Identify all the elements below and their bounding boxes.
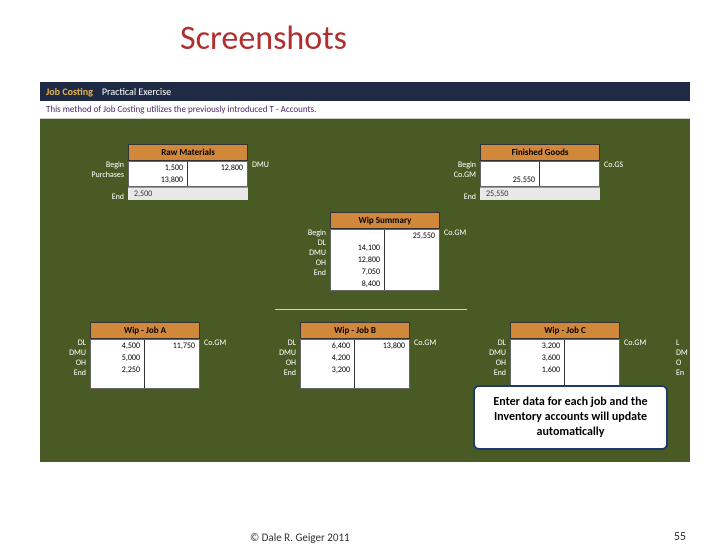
wip-job-c: Wip - Job C 3,200 3,600 1,600: [510, 322, 620, 389]
jobC-lab-end: End: [470, 368, 506, 378]
page-number: 55: [674, 530, 686, 544]
ws-dl: 14,100: [331, 242, 384, 254]
jobA-dl: 4,500: [91, 340, 144, 352]
jobA-end: [91, 376, 144, 388]
jobC-oh: 1,600: [511, 364, 564, 376]
ws-oh: 7,050: [331, 266, 384, 278]
screenshot-panel: Job Costing Practical Exercise This meth…: [40, 82, 690, 462]
jobC-out-label: Co.GM: [624, 338, 646, 348]
jobC-dl: 3,200: [511, 340, 564, 352]
wip-job-b: Wip - Job B 6,400 4,200 3,200 13,800: [300, 322, 410, 389]
wip-job-a: Wip - Job A 4,500 5,000 2,250 11,750: [90, 322, 200, 389]
raw-begin-val: 1,500: [129, 162, 187, 174]
fg-cogm-label: Co.GM: [428, 170, 476, 180]
fg-end-label: End: [428, 192, 476, 202]
jobB-out: 13,800: [355, 340, 409, 352]
jobC-lab-oh: OH: [470, 358, 506, 368]
ws-dmu: 12,800: [331, 254, 384, 266]
raw-purch-label: Purchases: [76, 170, 124, 180]
jobB-title: Wip - Job B: [300, 322, 410, 339]
finished-goods-account: Finished Goods 25,550 25,550: [480, 144, 600, 200]
fg-cogm-val: 25,550: [481, 174, 539, 186]
raw-dmu-val: 12,800: [188, 162, 247, 174]
jobB-dmu: 4,200: [301, 352, 354, 364]
ws-lab-dl: DL: [288, 238, 326, 248]
jobC-out: [565, 340, 619, 352]
ws-out-label: Co.GM: [444, 228, 466, 238]
jobA-title: Wip - Job A: [90, 322, 200, 339]
jobC-lab-dl: DL: [470, 338, 506, 348]
jobC-extra-3: En: [676, 368, 684, 378]
raw-begin-label: Begin: [76, 160, 124, 170]
jobA-lab-dmu: DMU: [50, 348, 86, 358]
jobB-oh: 3,200: [301, 364, 354, 376]
fg-end-val: 25,550: [480, 187, 600, 200]
header-main: Job Costing: [46, 85, 93, 98]
header-sub: Practical Exercise: [102, 85, 171, 98]
fg-title: Finished Goods: [480, 144, 600, 161]
fg-begin-label: Begin: [428, 160, 476, 170]
jobA-lab-dl: DL: [50, 338, 86, 348]
jobA-out-label: Co.GM: [204, 338, 226, 348]
fg-out-label: Co.GS: [604, 160, 623, 170]
jobC-title: Wip - Job C: [510, 322, 620, 339]
panel-note: This method of Job Costing utilizes the …: [40, 101, 690, 119]
ws-lab-dmu: DMU: [288, 248, 326, 258]
raw-materials-account: Raw Materials 1,500 13,800 12,800 2,500: [128, 144, 248, 200]
jobA-oh: 2,250: [91, 364, 144, 376]
brace-decor: ⎯⎯⎯⎯⎯⎯⎯⎯⎯⎯⎯⎯⎯⎯⎯⎯⎯⎯⎯⎯⎯⎯⎯⎯⎯⎯⎯⎯⎯⎯⎯⎯⎯⎯⎯⎯⎯⎯: [130, 300, 610, 317]
jobA-out: 11,750: [145, 340, 199, 352]
raw-end-label: End: [76, 192, 124, 202]
jobC-extra-0: L: [676, 338, 679, 348]
fg-begin-val: [481, 162, 539, 174]
jobB-end: [301, 376, 354, 388]
copyright-text: © Dale R. Geiger 2011: [250, 531, 350, 544]
raw-end-val: 2,500: [128, 187, 248, 200]
jobA-lab-oh: OH: [50, 358, 86, 368]
jobB-lab-oh: OH: [260, 358, 296, 368]
slide-title: Screenshots: [180, 18, 720, 59]
jobA-lab-end: End: [50, 368, 86, 378]
jobC-dmu: 3,600: [511, 352, 564, 364]
ws-end: 8,400: [331, 278, 384, 290]
raw-purch-val: 13,800: [129, 174, 187, 186]
jobC-lab-dmu: DMU: [470, 348, 506, 358]
ws-lab-oh: OH: [288, 258, 326, 268]
raw-out-label: DMU: [252, 160, 269, 170]
ws-out: 25,550: [385, 230, 439, 242]
fg-cogs-val: [540, 162, 599, 174]
panel-header: Job Costing Practical Exercise: [40, 82, 690, 101]
ws-begin: [331, 230, 384, 242]
ws-lab-begin: Begin: [288, 228, 326, 238]
instruction-callout: Enter data for each job and the Inventor…: [473, 385, 668, 450]
jobB-lab-dmu: DMU: [260, 348, 296, 358]
jobB-dl: 6,400: [301, 340, 354, 352]
jobC-extra-2: O: [676, 358, 681, 368]
ws-lab-end: End: [288, 268, 326, 278]
jobC-extra-1: DM: [676, 348, 688, 358]
jobB-lab-end: End: [260, 368, 296, 378]
jobB-out-label: Co.GM: [414, 338, 436, 348]
wip-summary-account: Wip Summary 14,100 12,800 7,050 8,400 25…: [330, 212, 440, 291]
jobB-lab-dl: DL: [260, 338, 296, 348]
jobA-dmu: 5,000: [91, 352, 144, 364]
raw-title: Raw Materials: [128, 144, 248, 161]
wip-summary-title: Wip Summary: [330, 212, 440, 229]
